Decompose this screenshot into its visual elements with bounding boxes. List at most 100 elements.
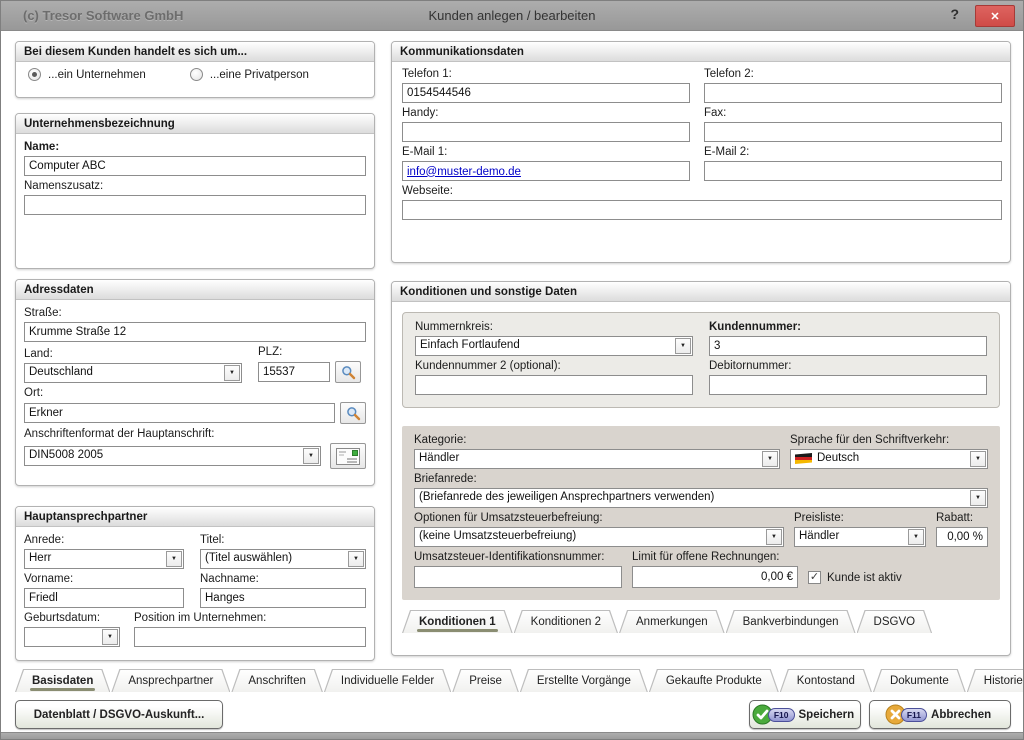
customer-active-label: Kunde ist aktiv <box>827 572 902 584</box>
tab-bankverbindungen[interactable]: Bankverbindungen <box>726 610 856 633</box>
firstname-input[interactable] <box>24 588 184 608</box>
dropdown-arrow-icon[interactable]: ▼ <box>762 451 778 467</box>
tab-ansprechpartner[interactable]: Ansprechpartner <box>111 669 230 692</box>
salutation-select[interactable]: Herr ▼ <box>24 549 184 569</box>
name-suffix-label: Namenszusatz: <box>24 180 366 192</box>
tab-individuelle-felder[interactable]: Individuelle Felder <box>324 669 451 692</box>
dropdown-arrow-icon[interactable]: ▼ <box>166 551 182 567</box>
dropdown-arrow-icon[interactable]: ▼ <box>908 529 924 545</box>
language-select[interactable]: Deutsch ▼ <box>790 449 988 469</box>
phone1-input[interactable] <box>402 83 690 103</box>
radio-icon[interactable] <box>190 68 203 81</box>
tab-konditionen-1[interactable]: Konditionen 1 <box>402 610 513 633</box>
country-select[interactable]: Deutschland ▼ <box>24 363 242 383</box>
tab-anschriften[interactable]: Anschriften <box>231 669 323 692</box>
company-name-input[interactable] <box>24 156 366 176</box>
customer-number-panel: Nummernkreis: Einfach Fortlaufend ▼ Kund… <box>402 312 1000 408</box>
dropdown-arrow-icon[interactable]: ▼ <box>102 629 118 645</box>
radio-private-person[interactable]: ...eine Privatperson <box>190 68 309 81</box>
radio-company[interactable]: ...ein Unternehmen <box>28 68 146 81</box>
help-button[interactable]: ? <box>950 6 959 22</box>
title-select[interactable]: (Titel auswählen) ▼ <box>200 549 366 569</box>
debitor-number-input[interactable] <box>709 375 987 395</box>
tab-konditionen-2[interactable]: Konditionen 2 <box>514 610 618 633</box>
tab-anmerkungen[interactable]: Anmerkungen <box>619 610 725 633</box>
save-button[interactable]: F10 Speichern <box>749 700 861 729</box>
discount-input[interactable] <box>936 527 988 547</box>
communication-group: Kommunikationsdaten Telefon 1: Telefon 2… <box>391 41 1011 263</box>
title-label: Titel: <box>200 534 366 546</box>
conditions-group: Konditionen und sonstige Daten Nummernkr… <box>391 281 1011 656</box>
phone2-input[interactable] <box>704 83 1002 103</box>
position-input[interactable] <box>134 627 366 647</box>
customer-number2-label: Kundennummer 2 (optional): <box>415 360 693 372</box>
tab-preise[interactable]: Preise <box>452 669 519 692</box>
fax-input[interactable] <box>704 122 1002 142</box>
mobile-label: Handy: <box>402 107 690 119</box>
tab-kontostand[interactable]: Kontostand <box>780 669 872 692</box>
email2-input[interactable] <box>704 161 1002 181</box>
customer-number2-input[interactable] <box>415 375 693 395</box>
country-label: Land: <box>24 348 242 360</box>
customer-active-checkbox-row[interactable]: ✓ Kunde ist aktiv <box>808 571 988 584</box>
pricelist-label: Preisliste: <box>794 512 926 524</box>
name-suffix-input[interactable] <box>24 195 366 215</box>
dropdown-arrow-icon[interactable]: ▼ <box>675 338 691 354</box>
plz-search-button[interactable] <box>335 361 361 383</box>
email1-field[interactable]: info@muster-demo.de <box>402 161 690 181</box>
company-group: Unternehmensbezeichnung Name: Namenszusa… <box>15 113 375 269</box>
tab-basisdaten[interactable]: Basisdaten <box>15 669 110 692</box>
tab-dsgvo[interactable]: DSGVO <box>857 610 933 633</box>
city-input[interactable] <box>24 403 335 423</box>
email1-link[interactable]: info@muster-demo.de <box>407 166 521 178</box>
address-preview-button[interactable] <box>330 443 366 469</box>
tab-gekaufte-produkte[interactable]: Gekaufte Produkte <box>649 669 779 692</box>
mobile-input[interactable] <box>402 122 690 142</box>
active-tab-underline <box>30 688 95 691</box>
group-header: Kommunikationsdaten <box>392 42 1010 62</box>
debitor-number-label: Debitornummer: <box>709 360 987 372</box>
pricelist-select[interactable]: Händler ▼ <box>794 527 926 547</box>
language-label: Sprache für den Schriftverkehr: <box>790 434 988 446</box>
street-input[interactable] <box>24 322 366 342</box>
letter-salutation-select[interactable]: (Briefanrede des jeweiligen Ansprechpart… <box>414 488 988 508</box>
vat-id-label: Umsatzsteuer-Identifikationsnummer: <box>414 551 622 563</box>
vat-id-input[interactable] <box>414 566 622 588</box>
app-credit: (c) Tresor Software GmbH <box>23 8 183 23</box>
close-button[interactable]: ✕ <box>975 5 1015 27</box>
window-bottom-edge <box>1 732 1023 740</box>
dropdown-arrow-icon[interactable]: ▼ <box>970 451 986 467</box>
tab-historie[interactable]: Historie <box>967 669 1024 692</box>
vat-exempt-select[interactable]: (keine Umsatzsteuerbefreiung) ▼ <box>414 527 784 547</box>
lastname-input[interactable] <box>200 588 366 608</box>
address-format-select[interactable]: DIN5008 2005 ▼ <box>24 446 321 466</box>
checkbox-icon[interactable]: ✓ <box>808 571 821 584</box>
birthdate-label: Geburtsdatum: <box>24 612 120 624</box>
radio-icon[interactable] <box>28 68 41 81</box>
cancel-button[interactable]: F11 Abbrechen <box>869 700 1011 729</box>
email1-label: E-Mail 1: <box>402 146 690 158</box>
category-label: Kategorie: <box>414 434 780 446</box>
website-input[interactable] <box>402 200 1002 220</box>
dropdown-arrow-icon[interactable]: ▼ <box>303 448 319 464</box>
dropdown-arrow-icon[interactable]: ▼ <box>224 365 240 381</box>
credit-limit-input[interactable] <box>632 566 798 588</box>
city-search-button[interactable] <box>340 402 366 424</box>
category-select[interactable]: Händler ▼ <box>414 449 780 469</box>
tab-dokumente[interactable]: Dokumente <box>873 669 966 692</box>
dropdown-arrow-icon[interactable]: ▼ <box>348 551 364 567</box>
datasheet-dsgvo-button[interactable]: Datenblatt / DSGVO-Auskunft... <box>15 700 223 729</box>
customer-number-input[interactable] <box>709 336 987 356</box>
birthdate-select[interactable]: ▼ <box>24 627 120 647</box>
company-name-label: Name: <box>24 141 366 153</box>
f11-badge: F11 <box>901 708 927 722</box>
tab-erstellte-vorgaenge[interactable]: Erstellte Vorgänge <box>520 669 648 692</box>
number-range-select[interactable]: Einfach Fortlaufend ▼ <box>415 336 693 356</box>
credit-limit-label: Limit für offene Rechnungen: <box>632 551 798 563</box>
dropdown-arrow-icon[interactable]: ▼ <box>766 529 782 545</box>
street-label: Straße: <box>24 307 366 319</box>
dropdown-arrow-icon[interactable]: ▼ <box>970 490 986 506</box>
plz-input[interactable] <box>258 362 330 382</box>
save-label: Speichern <box>799 709 855 721</box>
conditions-panel: Kategorie: Händler ▼ Sprache für den Sch… <box>402 426 1000 600</box>
